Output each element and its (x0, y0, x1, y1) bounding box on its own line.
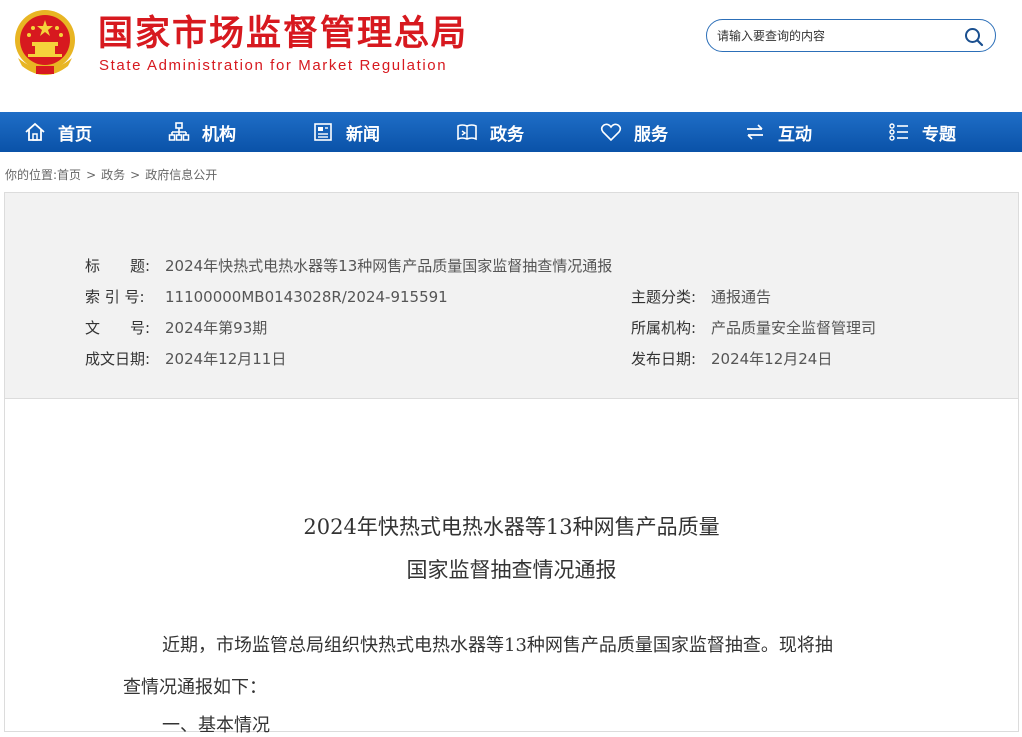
main-nav: 首页 机构 新闻 政务 服务 互动 专题 (0, 112, 1022, 152)
site-header: 国家市场监督管理总局 State Administration for Mark… (0, 0, 1022, 112)
exchange-icon (747, 124, 763, 140)
site-title-en: State Administration for Market Regulati… (99, 57, 448, 74)
breadcrumb: 你的位置:首页 > 政务 > 政府信息公开 (5, 166, 217, 183)
meta-topic: 主题分类: 通报通告 (631, 287, 771, 307)
article-title-line2: 国家监督抽查情况通报 (406, 558, 617, 582)
meta-created: 成文日期: 2024年12月11日 (85, 349, 286, 369)
breadcrumb-prefix: 你的位置: (5, 168, 58, 182)
nav-item-org[interactable]: 机构 (168, 112, 236, 152)
meta-title-label: 标 题: (85, 257, 151, 275)
nav-label-topics: 专题 (922, 124, 956, 145)
topics-icon (889, 123, 908, 141)
nav-label-home: 首页 (58, 124, 92, 145)
meta-index: 索 引 号: 11100000MB0143028R/2024-915591 (85, 287, 448, 307)
site-title-cn[interactable]: 国家市场监督管理总局 (98, 12, 468, 56)
meta-index-value: 11100000MB0143028R/2024-915591 (165, 288, 448, 306)
nav-label-news: 新闻 (346, 124, 380, 145)
nav-item-interact[interactable]: 互动 (744, 112, 812, 152)
org-chart-icon (168, 122, 190, 141)
breadcrumb-separator: > (86, 168, 97, 182)
article-section-heading: 一、基本情况 (162, 715, 270, 736)
meta-index-label: 索 引 号: (85, 288, 145, 306)
meta-org-label: 所属机构: (631, 319, 697, 337)
nav-item-service[interactable]: 服务 (600, 112, 668, 152)
search-icon[interactable] (963, 26, 985, 48)
meta-org: 所属机构: 产品质量安全监督管理司 (631, 318, 876, 338)
nav-label-affairs: 政务 (490, 124, 524, 145)
search-box (706, 19, 996, 52)
meta-org-value: 产品质量安全监督管理司 (711, 319, 877, 337)
breadcrumb-affairs[interactable]: 政务 (101, 168, 125, 182)
heart-icon (600, 123, 622, 142)
meta-docno: 文 号: 2024年第93期 (85, 318, 267, 338)
nav-label-service: 服务 (634, 124, 668, 145)
national-emblem-icon[interactable] (10, 6, 80, 80)
meta-docno-value: 2024年第93期 (165, 319, 268, 337)
breadcrumb-home[interactable]: 首页 (57, 168, 81, 182)
meta-title-value: 2024年快热式电热水器等13种网售产品质量国家监督抽查情况通报 (165, 257, 613, 275)
meta-created-value: 2024年12月11日 (165, 350, 287, 368)
search-input[interactable] (717, 26, 957, 46)
news-icon (314, 123, 332, 141)
meta-published: 发布日期: 2024年12月24日 (631, 349, 832, 369)
breadcrumb-separator: > (130, 168, 141, 182)
government-affairs-icon (457, 124, 477, 141)
article-paragraph-line1: 近期，市场监管总局组织快热式电热水器等13种网售产品质量国家监督抽查。现将抽 (162, 635, 833, 656)
document-metadata: 标 题: 2024年快热式电热水器等13种网售产品质量国家监督抽查情况通报 索 引… (5, 193, 1018, 399)
meta-topic-label: 主题分类: (631, 288, 697, 306)
article-paragraph-line2: 查情况通报如下： (123, 677, 267, 698)
nav-item-news[interactable]: 新闻 (312, 112, 380, 152)
meta-published-value: 2024年12月24日 (711, 350, 833, 368)
breadcrumb-info-disclosure[interactable]: 政府信息公开 (145, 168, 217, 182)
home-icon (25, 122, 45, 141)
meta-published-label: 发布日期: (631, 350, 697, 368)
article-container: 标 题: 2024年快热式电热水器等13种网售产品质量国家监督抽查情况通报 索 引… (4, 192, 1019, 736)
meta-topic-value: 通报通告 (711, 288, 772, 306)
nav-label-interact: 互动 (778, 124, 812, 145)
nav-label-org: 机构 (202, 124, 236, 145)
meta-created-label: 成文日期: (85, 350, 151, 368)
meta-docno-label: 文 号: (85, 319, 151, 337)
nav-item-topics[interactable]: 专题 (888, 112, 956, 152)
nav-item-affairs[interactable]: 政务 (456, 112, 524, 152)
meta-title: 标 题: 2024年快热式电热水器等13种网售产品质量国家监督抽查情况通报 (85, 256, 612, 276)
article-title-line1: 2024年快热式电热水器等13种网售产品质量 (303, 515, 720, 539)
nav-item-home[interactable]: 首页 (24, 112, 92, 152)
